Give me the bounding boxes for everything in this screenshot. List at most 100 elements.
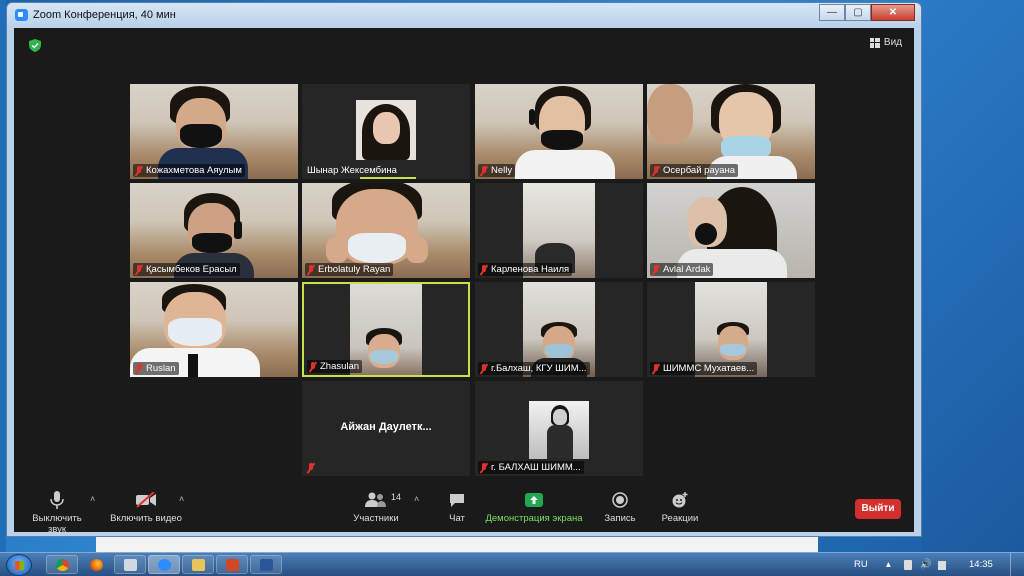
taskbar-app[interactable]	[114, 555, 146, 574]
taskbar-chrome[interactable]	[46, 555, 78, 574]
maximize-button[interactable]: ▢	[845, 4, 871, 21]
participant-name-label: Осербай рауана	[650, 164, 739, 177]
mic-muted-icon	[480, 462, 488, 473]
mic-muted-icon	[652, 363, 660, 374]
leave-button[interactable]: Выйти	[855, 499, 901, 519]
taskbar-explorer[interactable]	[182, 555, 214, 574]
show-desktop-button[interactable]	[1010, 553, 1022, 576]
clock[interactable]: 14:35	[969, 559, 993, 570]
mic-muted-icon	[480, 165, 488, 176]
participant-name-label: Erbolatuly Rayan	[305, 263, 394, 276]
start-video-button[interactable]: Включить видео	[106, 490, 186, 524]
chat-button[interactable]: Чат	[437, 490, 477, 524]
participant-name-label	[305, 462, 318, 474]
video-tile-active-speaker[interactable]: Zhasulan	[302, 282, 470, 377]
video-tile[interactable]: Осербай рауана	[647, 84, 815, 179]
show-hidden-icons-icon[interactable]: ▴	[886, 559, 891, 570]
video-tile[interactable]: ШИММС Мухатаев...	[647, 282, 815, 377]
mic-muted-icon	[307, 264, 315, 275]
mic-muted-icon	[480, 363, 488, 374]
title-bar[interactable]: Zoom Конференция, 40 мин — ▢ ✕	[7, 3, 921, 27]
video-tile[interactable]: Ruslan	[130, 282, 298, 377]
participants-count: 14	[391, 492, 402, 502]
grid-icon	[869, 37, 880, 48]
participant-name: Erbolatuly Rayan	[318, 264, 391, 275]
participant-name: Avlal Ardak	[663, 264, 711, 275]
participants-options-chevron-icon[interactable]: ˄	[414, 494, 419, 504]
video-label: Включить видео	[110, 513, 182, 524]
participant-name-label: г.Балхаш, КГУ ШИМ...	[478, 362, 590, 375]
system-tray: RU ▴ 🔊 14:35	[854, 553, 1024, 576]
share-screen-label: Демонстрация экрана	[485, 513, 583, 524]
taskbar-powerpoint[interactable]	[216, 555, 248, 574]
zoom-icon	[158, 559, 171, 571]
video-options-chevron-icon[interactable]: ˄	[179, 494, 184, 504]
desktop-area	[922, 0, 1024, 552]
participant-name-label: г. БАЛХАШ ШИММ...	[478, 461, 584, 474]
mic-muted-icon	[135, 363, 143, 374]
taskbar-zoom[interactable]	[148, 555, 180, 574]
record-button[interactable]: Запись	[597, 490, 643, 524]
share-screen-button[interactable]: Демонстрация экрана	[484, 490, 584, 524]
participant-name: ШИММС Мухатаев...	[663, 363, 755, 374]
participant-name-label: Қасымбеков Ерасыл	[133, 263, 240, 276]
view-button[interactable]: Вид	[869, 37, 902, 48]
shield-icon[interactable]	[29, 39, 41, 52]
mic-muted-icon	[652, 165, 660, 176]
participant-display-name: Айжан Даулетк...	[340, 421, 432, 433]
video-tile[interactable]: г.Балхаш, КГУ ШИМ...	[475, 282, 643, 377]
participant-name: Осербай рауана	[663, 165, 736, 176]
mic-muted-icon	[135, 165, 143, 176]
firefox-icon	[90, 559, 103, 571]
participant-name-label: Ruslan	[133, 362, 179, 375]
chrome-icon	[56, 559, 69, 571]
video-tile[interactable]: г. БАЛХАШ ШИММ...	[475, 381, 643, 476]
participant-name: г. БАЛХАШ ШИММ...	[491, 462, 581, 473]
video-tile-no-video[interactable]: Айжан Даулетк...	[302, 381, 470, 476]
minimize-button[interactable]: —	[819, 4, 845, 21]
flag-icon[interactable]	[904, 560, 912, 570]
mic-muted-icon	[309, 361, 317, 372]
video-tile[interactable]: Erbolatuly Rayan	[302, 183, 470, 278]
close-button[interactable]: ✕	[871, 4, 915, 21]
video-tile[interactable]: Кожахметова Аяулым	[130, 84, 298, 179]
start-button[interactable]	[6, 554, 32, 576]
taskbar-word[interactable]	[250, 555, 282, 574]
printer-icon	[124, 559, 137, 571]
record-icon	[612, 492, 628, 508]
video-tile[interactable]: Avlal Ardak	[647, 183, 815, 278]
participants-label: Участники	[353, 513, 399, 524]
meeting-area: Вид Кожахметова Аяулым Шынар Жексембина	[14, 28, 914, 535]
network-icon[interactable]	[938, 561, 946, 570]
mic-muted-icon	[652, 264, 660, 275]
window-controls: — ▢ ✕	[819, 4, 915, 21]
participant-name-label: Avlal Ardak	[650, 263, 714, 276]
volume-icon[interactable]: 🔊	[920, 559, 932, 570]
mic-muted-icon	[307, 463, 315, 473]
background-window-strip	[96, 537, 818, 552]
reactions-label: Реакции	[661, 513, 699, 524]
participant-name-label: ШИММС Мухатаев...	[650, 362, 758, 375]
window-title: Zoom Конференция, 40 мин	[33, 9, 176, 21]
reactions-button[interactable]: Реакции	[656, 490, 704, 524]
chat-icon	[450, 494, 464, 507]
video-tile[interactable]: Қасымбеков Ерасыл	[130, 183, 298, 278]
video-tile[interactable]: Шынар Жексембина	[302, 84, 470, 179]
video-tile[interactable]: Карленова Наиля	[475, 183, 643, 278]
video-off-icon	[136, 492, 156, 508]
meeting-toolbar: Выключить звук ˄ Включить видео ˄ Участн…	[14, 486, 914, 535]
audio-options-chevron-icon[interactable]: ˄	[90, 494, 95, 504]
participant-name: Қасымбеков Ерасыл	[146, 264, 237, 275]
participant-name: Кожахметова Аяулым	[146, 165, 242, 176]
microphone-icon	[50, 491, 64, 509]
participants-icon	[365, 492, 386, 507]
participant-name: Шынар Жексембина	[307, 165, 397, 176]
video-tile[interactable]: Nelly	[475, 84, 643, 179]
mute-button[interactable]: Выключить звук	[22, 490, 92, 535]
participant-name-label: Zhasulan	[307, 360, 363, 373]
chat-label: Чат	[449, 513, 465, 524]
language-indicator[interactable]: RU	[854, 559, 868, 570]
participant-name: Ruslan	[146, 363, 176, 374]
powerpoint-icon	[226, 559, 239, 571]
taskbar-firefox[interactable]	[80, 555, 112, 574]
